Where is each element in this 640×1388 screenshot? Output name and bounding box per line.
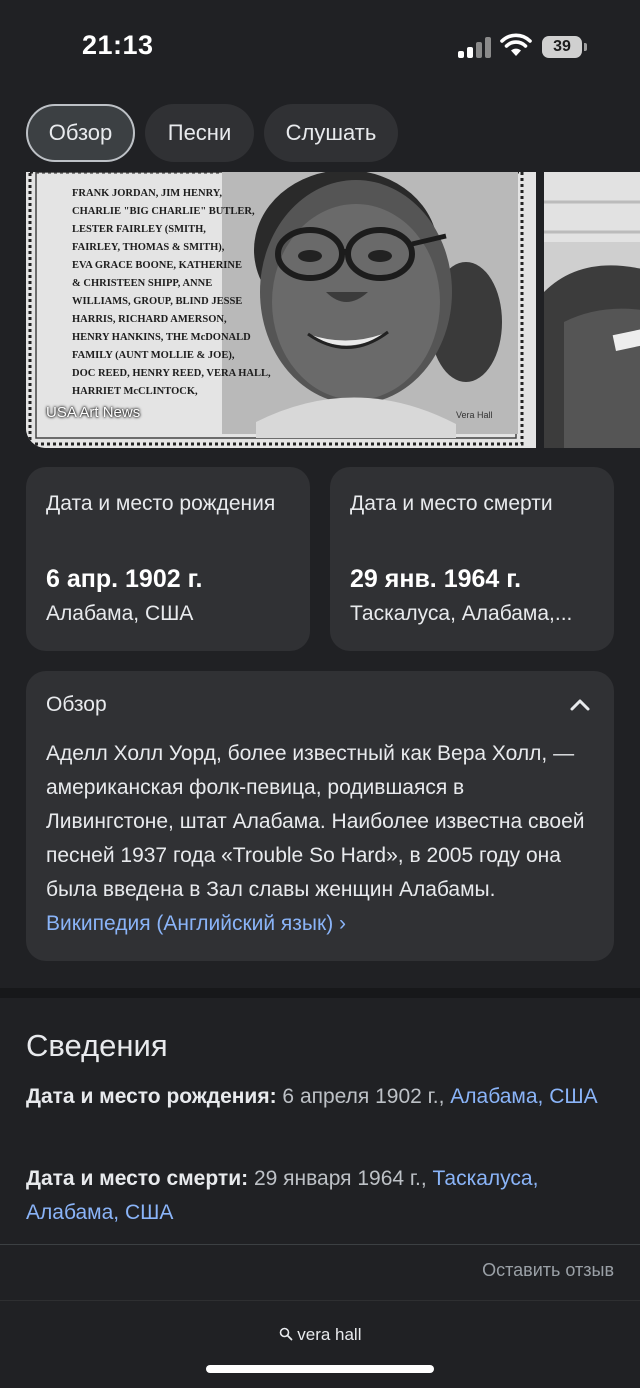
fact-birth-date: 6 апреля 1902 г., xyxy=(276,1085,451,1108)
overview-text: Аделл Холл Уорд, более известный как Вер… xyxy=(46,737,594,941)
birth-card-date: 6 апр. 1902 г. xyxy=(46,565,203,593)
second-photo-image[interactable] xyxy=(544,172,640,448)
svg-text:EVA GRACE BOONE, KATHERINE: EVA GRACE BOONE, KATHERINE xyxy=(72,260,242,271)
status-bar: 21:13 39 xyxy=(0,0,640,100)
svg-text:DOC REED, HENRY REED, VERA HAL: DOC REED, HENRY REED, VERA HALL, xyxy=(72,368,271,379)
fact-birth-place-link[interactable]: Алабама, США xyxy=(450,1085,597,1108)
svg-text:FRANK JORDAN, JIM HENRY,: FRANK JORDAN, JIM HENRY, xyxy=(72,188,222,199)
battery-icon: 39 xyxy=(542,36,582,58)
tab-overview[interactable]: Обзор xyxy=(26,104,135,162)
search-icon xyxy=(279,1327,292,1341)
facts-section: Сведения Дата и место рождения: 6 апреля… xyxy=(0,998,640,1298)
tab-songs[interactable]: Песни xyxy=(145,104,254,162)
overview-description: Аделл Холл Уорд, более известный как Вер… xyxy=(46,742,585,901)
feedback-divider xyxy=(0,1244,640,1245)
section-divider xyxy=(0,988,640,998)
overview-heading: Обзор xyxy=(46,693,107,716)
fact-birth: Дата и место рождения: 6 апреля 1902 г.,… xyxy=(26,1080,606,1114)
svg-text:FAMILY (AUNT MOLLIE & JOE),: FAMILY (AUNT MOLLIE & JOE), xyxy=(72,350,235,361)
svg-text:HARRIET McCLINTOCK,: HARRIET McCLINTOCK, xyxy=(72,386,198,397)
overview-card: Обзор Аделл Холл Уорд, более известный к… xyxy=(26,671,614,961)
death-card-date: 29 янв. 1964 г. xyxy=(350,565,522,593)
svg-text:Vera Hall: Vera Hall xyxy=(456,410,493,420)
image-carousel[interactable]: FRANK JORDAN, JIM HENRY, CHARLIE "BIG CH… xyxy=(26,172,640,448)
search-query-field[interactable]: vera hall xyxy=(0,1325,640,1345)
image-source-caption: USA Art News xyxy=(46,404,141,421)
search-query-text: vera hall xyxy=(297,1325,362,1344)
svg-text:FAIRLEY, THOMAS & SMITH),: FAIRLEY, THOMAS & SMITH), xyxy=(72,242,225,253)
facts-heading: Сведения xyxy=(26,1028,168,1063)
death-card-title: Дата и место смерти xyxy=(350,492,553,515)
svg-text:CHARLIE "BIG CHARLIE" BUTLER,: CHARLIE "BIG CHARLIE" BUTLER, xyxy=(72,206,255,217)
cellular-signal-icon xyxy=(458,36,492,58)
second-photo-illustration xyxy=(544,172,640,448)
fact-death-date: 29 января 1964 г., xyxy=(248,1167,433,1190)
bottom-address-bar[interactable]: vera hall xyxy=(0,1300,640,1388)
tab-listen[interactable]: Слушать xyxy=(264,104,398,162)
battery-tip xyxy=(584,43,587,51)
death-card-place: Таскалуса, Алабама,... xyxy=(350,602,573,625)
svg-text:HENRY HANKINS, THE McDONALD: HENRY HANKINS, THE McDONALD xyxy=(72,332,251,343)
svg-text:WILLIAMS, GROUP, BLIND JESSE: WILLIAMS, GROUP, BLIND JESSE xyxy=(72,296,242,307)
birth-card-title: Дата и место рождения xyxy=(46,492,276,515)
svg-text:LESTER FAIRLEY (SMITH,: LESTER FAIRLEY (SMITH, xyxy=(72,224,206,235)
feedback-link[interactable]: Оставить отзыв xyxy=(482,1260,614,1281)
svg-text:& CHRISTEEN SHIPP, ANNE: & CHRISTEEN SHIPP, ANNE xyxy=(72,278,212,289)
wifi-icon xyxy=(500,33,532,56)
fact-death: Дата и место смерти: 29 января 1964 г., … xyxy=(26,1162,606,1230)
fact-death-label: Дата и место смерти: xyxy=(26,1167,249,1190)
status-time: 21:13 xyxy=(82,30,154,60)
birth-card[interactable]: Дата и место рождения 6 апр. 1902 г. Ала… xyxy=(26,467,310,651)
fact-birth-label: Дата и место рождения: xyxy=(26,1085,277,1108)
chevron-up-icon[interactable] xyxy=(568,695,592,715)
death-card[interactable]: Дата и место смерти 29 янв. 1964 г. Таск… xyxy=(330,467,614,651)
home-indicator[interactable] xyxy=(206,1365,434,1373)
svg-text:HARRIS, RICHARD AMERSON,: HARRIS, RICHARD AMERSON, xyxy=(72,314,227,325)
wikipedia-link[interactable]: Википедия (Английский язык) › xyxy=(46,912,346,935)
birth-card-place: Алабама, США xyxy=(46,602,194,625)
